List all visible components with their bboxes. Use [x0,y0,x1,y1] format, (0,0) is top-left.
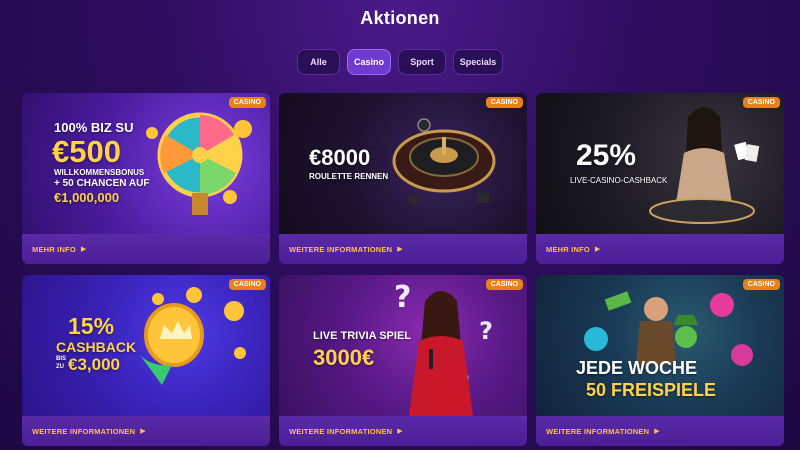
promo-banner: 100% BIZ SU €500 WILLKOMMENSBONUS + 50 C… [22,93,270,234]
card-footer-link[interactable]: MEHR INFO ▶ [22,234,270,264]
promo-card-free-spins[interactable]: JEDE WOCHE 50 FREISPIELE CASINO WEITERE … [536,275,784,446]
promo-upto-label-2: ZU [56,364,64,370]
casino-badge: CASINO [228,97,266,108]
casino-badge: CASINO [742,279,780,290]
tab-casino[interactable]: Casino [347,49,391,75]
promo-amount: 25% [576,139,637,172]
svg-text:?: ? [479,317,493,345]
promo-line-3: WILLKOMMENSBONUS [54,168,145,177]
promo-amount: 15% [68,313,115,339]
page-title: Aktionen [360,8,440,28]
promo-banner: JEDE WOCHE 50 FREISPIELE [536,275,784,416]
casino-badge: CASINO [742,97,780,108]
footer-label: MEHR INFO [546,244,590,254]
card-footer-link[interactable]: WEITERE INFORMATIONEN ▶ [279,234,527,264]
play-arrow-icon: ▶ [654,428,660,435]
promo-card-live-trivia[interactable]: ? ? ? LIVE TRIVIA SPIEL 3000€ CASINO WEI… [279,275,527,446]
promo-banner: ? ? ? LIVE TRIVIA SPIEL 3000€ [279,275,527,416]
card-footer-link[interactable]: WEITERE INFORMATIONEN ▶ [536,416,784,446]
category-tabs: Alle Casino Sport Specials [0,49,800,75]
promo-upto-label-1: BIS [56,356,67,362]
tab-sport[interactable]: Sport [398,49,446,75]
promo-card-live-cashback[interactable]: 25% LIVE-CASINO-CASHBACK CASINO MEHR INF… [536,93,784,264]
promo-amount: €500 [52,134,121,169]
promo-banner: €8000 ROULETTE RENNEN [279,93,527,234]
play-arrow-icon: ▶ [140,428,146,435]
promo-subtitle: LIVE-CASINO-CASHBACK [570,176,668,185]
promo-line-1: 100% BIZ SU [54,120,134,135]
footer-label: MEHR INFO [32,244,76,254]
promo-subtitle: ROULETTE RENNEN [309,172,389,181]
card-footer-link[interactable]: WEITERE INFORMATIONEN ▶ [279,416,527,446]
promo-amount: €8000 [309,145,371,170]
promo-card-cashback[interactable]: 15% CASHBACK BIS ZU €3,000 CASINO WEITER… [22,275,270,446]
promo-title: LIVE TRIVIA SPIEL [313,330,411,342]
promo-amount: 3000€ [313,345,375,370]
play-arrow-icon: ▶ [397,246,403,253]
promo-subtitle: 50 FREISPIELE [586,380,717,400]
casino-badge: CASINO [228,279,266,290]
live-dealer-icon [649,107,760,224]
play-arrow-icon: ▶ [594,246,601,253]
promo-max-amount: €3,000 [68,355,120,374]
casino-badge: CASINO [485,279,523,290]
card-footer-link[interactable]: WEITERE INFORMATIONEN ▶ [22,416,270,446]
promo-line-5: €1,000,000 [54,190,120,205]
promo-title: JEDE WOCHE [576,358,698,378]
promo-card-roulette-race[interactable]: €8000 ROULETTE RENNEN CASINO WEITERE INF… [279,93,527,264]
play-arrow-icon: ▶ [397,428,403,435]
svg-text:?: ? [394,280,411,315]
card-footer-link[interactable]: MEHR INFO ▶ [536,234,784,264]
footer-label: WEITERE INFORMATIONEN [546,426,650,436]
tab-alle[interactable]: Alle [297,49,340,75]
promotions-grid: 100% BIZ SU €500 WILLKOMMENSBONUS + 50 C… [22,93,784,446]
promo-subtitle: CASHBACK [56,339,137,355]
promo-banner: 25% LIVE-CASINO-CASHBACK [536,93,784,234]
promo-line-4: + 50 CHANCEN AUF [54,178,150,189]
promo-banner: 15% CASHBACK BIS ZU €3,000 [22,275,270,416]
footer-label: WEITERE INFORMATIONEN [289,426,393,436]
tab-specials[interactable]: Specials [453,49,503,75]
casino-badge: CASINO [485,97,523,108]
play-arrow-icon: ▶ [80,246,87,253]
footer-label: WEITERE INFORMATIONEN [289,244,393,254]
promo-card-welcome-bonus[interactable]: 100% BIZ SU €500 WILLKOMMENSBONUS + 50 C… [22,93,270,264]
footer-label: WEITERE INFORMATIONEN [32,426,136,436]
